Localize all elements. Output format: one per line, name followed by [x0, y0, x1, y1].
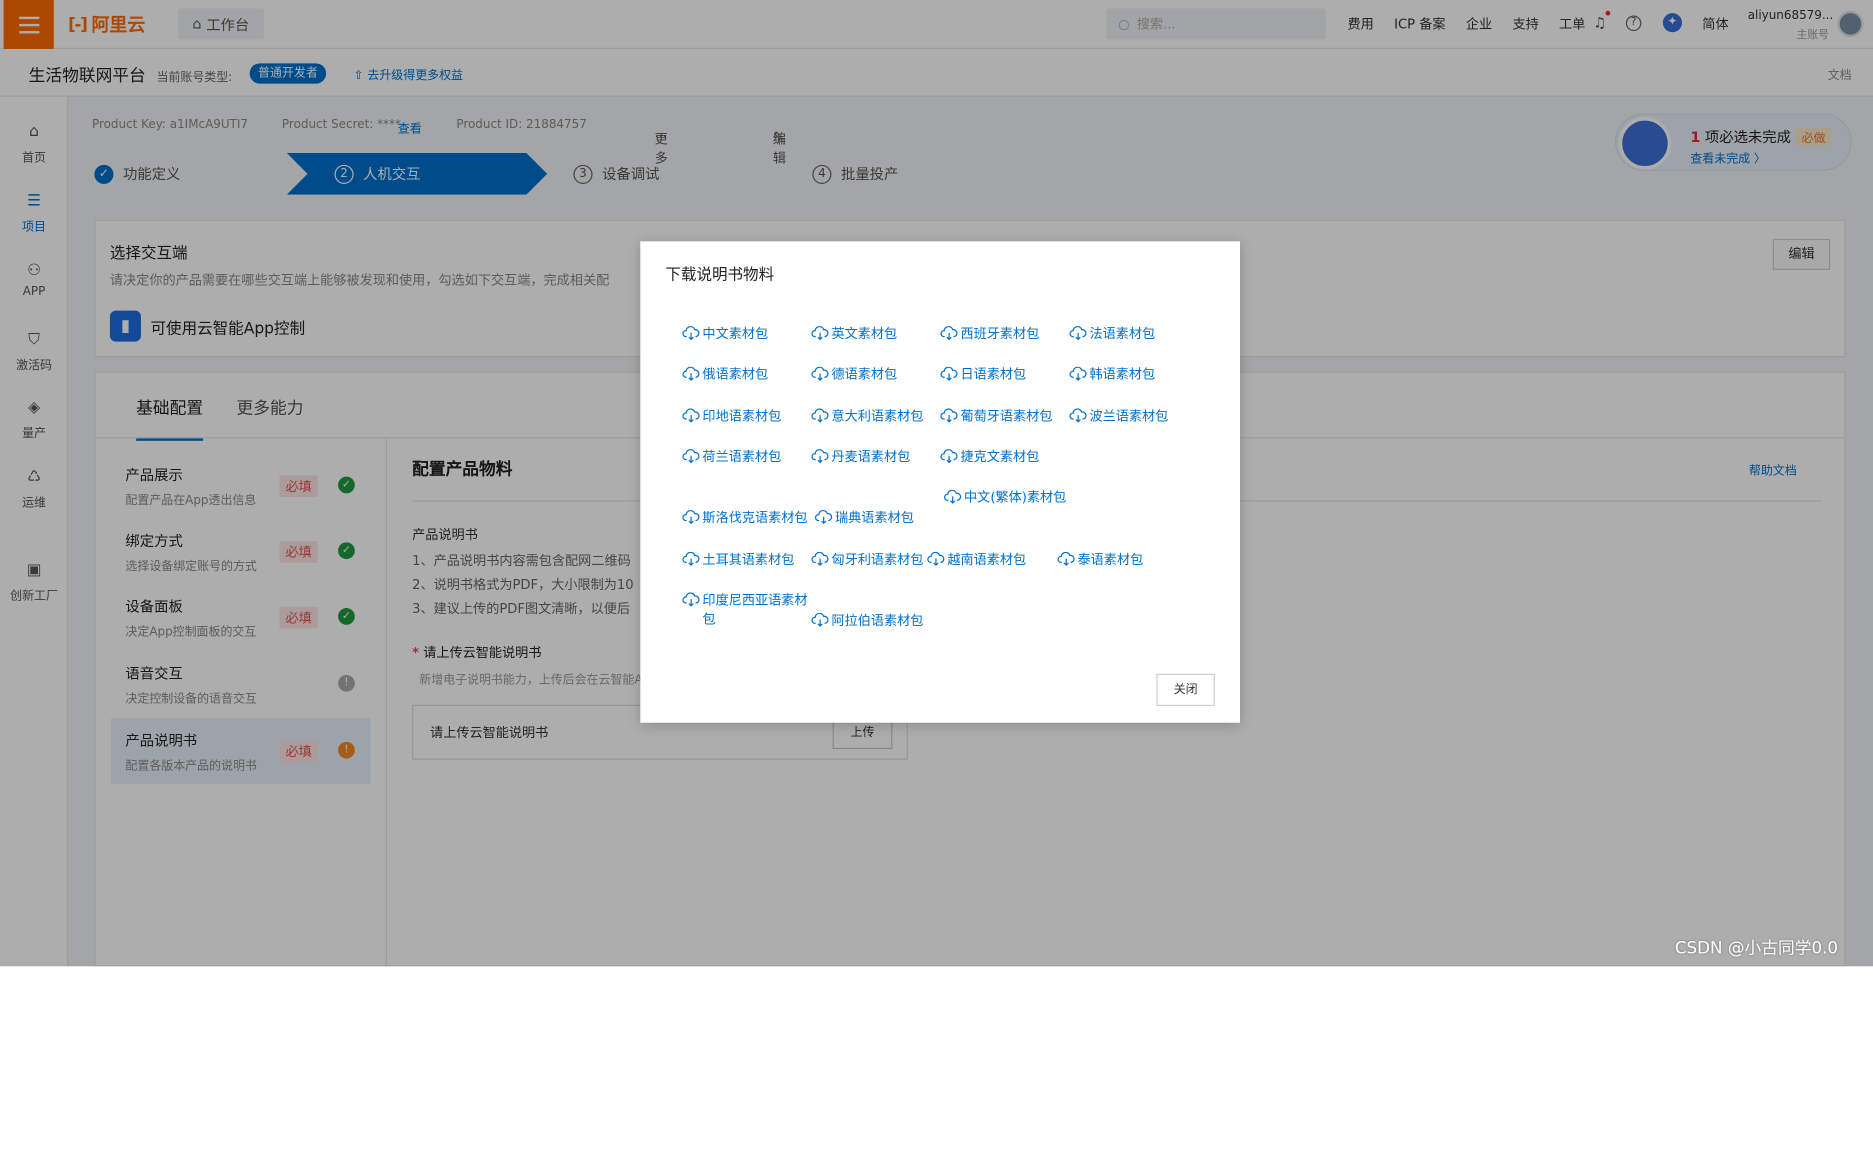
cloud-download-icon	[940, 366, 958, 381]
cloud-download-icon	[1069, 408, 1087, 423]
download-link[interactable]: 越南语素材包	[927, 551, 1070, 570]
cloud-download-icon	[940, 449, 958, 464]
cloud-download-icon	[682, 449, 700, 464]
cloud-download-icon	[682, 592, 700, 607]
cloud-download-icon	[811, 551, 829, 566]
download-link[interactable]: 意大利语素材包	[811, 407, 940, 426]
cloud-download-icon	[682, 551, 700, 566]
download-link[interactable]: 丹麦语素材包	[811, 448, 940, 467]
download-link[interactable]: 土耳其语素材包	[682, 551, 811, 570]
cloud-download-icon	[682, 510, 700, 525]
cloud-download-icon	[940, 326, 958, 341]
cloud-download-icon	[682, 408, 700, 423]
download-link[interactable]: 瑞典语素材包	[815, 509, 944, 528]
cloud-download-icon	[811, 366, 829, 381]
cloud-download-icon	[682, 366, 700, 381]
download-link[interactable]: 泰语素材包	[1057, 551, 1186, 570]
download-link[interactable]: 德语素材包	[811, 366, 940, 385]
cloud-download-icon	[811, 326, 829, 341]
cloud-download-icon	[1069, 326, 1087, 341]
download-link[interactable]: 法语素材包	[1069, 325, 1198, 344]
download-link[interactable]: 葡萄牙语素材包	[940, 407, 1069, 426]
download-link[interactable]: 捷克文素材包	[940, 448, 1069, 467]
download-link[interactable]: 日语素材包	[940, 366, 1069, 385]
download-link[interactable]: 波兰语素材包	[1069, 407, 1198, 426]
download-link[interactable]: 阿拉伯语素材包	[811, 612, 940, 631]
dialog-title: 下载说明书物料	[665, 266, 775, 285]
download-link[interactable]: 韩语素材包	[1069, 366, 1198, 385]
cloud-download-icon	[940, 408, 958, 423]
cloud-download-icon	[811, 449, 829, 464]
download-link[interactable]: 斯洛伐克语素材包	[682, 509, 825, 528]
download-link[interactable]: 英文素材包	[811, 325, 940, 344]
cloud-download-icon	[682, 326, 700, 341]
download-dialog: 下载说明书物料 中文素材包 英文素材包 西班牙素材包 法语素材包俄语素材包 德语素材包日…	[640, 241, 1240, 723]
download-link[interactable]: 俄语素材包	[682, 366, 811, 385]
download-link[interactable]: 印地语素材包	[682, 407, 811, 426]
cloud-download-icon	[811, 408, 829, 423]
download-link[interactable]: 西班牙素材包	[940, 325, 1069, 344]
watermark: CSDN @小古同学0.0	[1674, 938, 1839, 959]
download-link[interactable]: 中文素材包	[682, 325, 811, 344]
cloud-download-icon	[1057, 551, 1075, 566]
cloud-download-icon	[1069, 366, 1087, 381]
page: [-] 阿里云 ⌂ 工作台 ○ 搜索... 费用 ICP 备案 企业 支持 工单 ♫ …	[0, 0, 1873, 967]
cloud-download-icon	[927, 551, 945, 566]
download-link[interactable]: 荷兰语素材包	[682, 448, 811, 467]
cloud-download-icon	[944, 489, 962, 504]
cloud-download-icon	[815, 510, 833, 525]
download-link[interactable]: 中文(繁体)素材包	[944, 489, 1073, 508]
download-link[interactable]: 印度尼西亚语素材包	[682, 591, 811, 629]
cloud-download-icon	[811, 612, 829, 627]
close-button[interactable]: 关闭	[1156, 673, 1215, 707]
